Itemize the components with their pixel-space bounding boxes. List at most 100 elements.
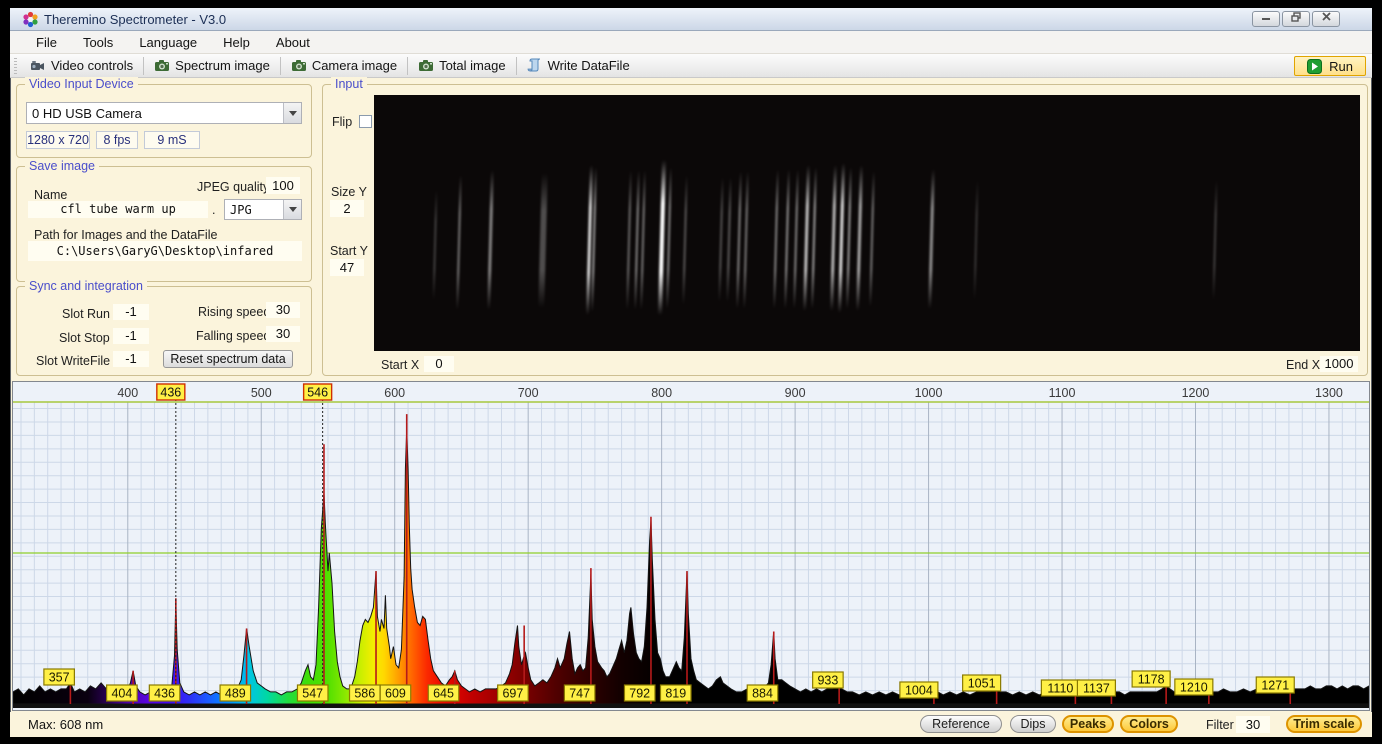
menu-language[interactable]: Language bbox=[126, 31, 210, 53]
falling-speed-label: Falling speed bbox=[196, 329, 270, 343]
toolbar-separator bbox=[407, 57, 408, 75]
spectral-line bbox=[682, 175, 687, 305]
slot-run-label: Slot Run bbox=[62, 307, 110, 321]
spectral-line bbox=[658, 160, 666, 315]
total-image-label: Total image bbox=[439, 58, 505, 73]
latency-readout: 9 mS bbox=[144, 131, 200, 149]
spectral-line bbox=[666, 167, 672, 309]
max-wavelength-readout: Max: 608 nm bbox=[28, 717, 103, 732]
spectrum-image-label: Spectrum image bbox=[175, 58, 270, 73]
slot-run-field[interactable]: -1 bbox=[113, 304, 149, 320]
peak-label-text: 884 bbox=[752, 687, 773, 701]
video-controls-icon bbox=[30, 58, 46, 74]
minimize-button[interactable] bbox=[1252, 11, 1280, 27]
axis-tick-label: 1000 bbox=[915, 386, 943, 400]
reset-spectrum-button[interactable]: Reset spectrum data bbox=[163, 350, 293, 368]
spectral-line bbox=[1212, 180, 1217, 300]
spectral-line bbox=[811, 167, 817, 309]
slot-stop-label: Slot Stop bbox=[59, 331, 110, 345]
spectrum-image-button[interactable]: Spectrum image bbox=[146, 55, 278, 77]
video-input-group-title: Video Input Device bbox=[25, 77, 138, 91]
filter-label: Filter bbox=[1206, 718, 1234, 732]
jpeg-quality-field[interactable]: 100 bbox=[266, 177, 300, 194]
run-button[interactable]: Run bbox=[1294, 56, 1366, 76]
rising-speed-field[interactable]: 30 bbox=[266, 302, 300, 318]
spectral-line bbox=[433, 190, 438, 300]
spectral-line bbox=[456, 175, 462, 310]
calibration-label-text[interactable]: 436 bbox=[160, 386, 181, 400]
start-y-field[interactable]: 47 bbox=[330, 259, 364, 276]
total-image-button[interactable]: Total image bbox=[410, 55, 513, 77]
spectral-line bbox=[838, 163, 845, 313]
spectral-line bbox=[773, 169, 779, 309]
camera-image-camera-icon bbox=[291, 58, 307, 74]
size-y-field[interactable]: 2 bbox=[330, 200, 364, 217]
peak-label-text: 547 bbox=[302, 687, 323, 701]
reference-button[interactable]: Reference bbox=[920, 715, 1002, 733]
dips-button[interactable]: Dips bbox=[1010, 715, 1056, 733]
peak-label-text: 819 bbox=[665, 687, 686, 701]
menu-help[interactable]: Help bbox=[210, 31, 263, 53]
spectral-line bbox=[626, 170, 632, 310]
flip-label: Flip bbox=[332, 115, 352, 129]
resolution-readout: 1280 x 720 bbox=[26, 131, 90, 149]
slot-stop-field[interactable]: -1 bbox=[113, 328, 149, 344]
format-value: JPG bbox=[225, 203, 283, 217]
spectral-line bbox=[634, 170, 640, 310]
toolbar-separator bbox=[280, 57, 281, 75]
close-button[interactable] bbox=[1312, 11, 1340, 27]
end-x-field[interactable]: 1000 bbox=[1320, 356, 1358, 372]
peak-label-text: 792 bbox=[629, 687, 650, 701]
calibration-label-text[interactable]: 546 bbox=[307, 386, 328, 400]
camera-image-button[interactable]: Camera image bbox=[283, 55, 405, 77]
maximize-button[interactable] bbox=[1282, 11, 1310, 27]
peak-label-text: 436 bbox=[154, 687, 175, 701]
spectral-line bbox=[487, 170, 494, 310]
video-device-dropdown-button[interactable] bbox=[283, 103, 301, 123]
chevron-down-icon bbox=[289, 111, 297, 116]
window-title: Theremino Spectrometer - V3.0 bbox=[44, 12, 226, 27]
spectral-line bbox=[973, 180, 978, 300]
axis-tick-label: 800 bbox=[651, 386, 672, 400]
axis-tick-label: 700 bbox=[518, 386, 539, 400]
spectral-line bbox=[784, 169, 790, 309]
menu-about[interactable]: About bbox=[263, 31, 323, 53]
name-extension-dot: . bbox=[212, 203, 215, 217]
toolbar-separator bbox=[516, 57, 517, 75]
spectrum-chart-panel: 4365464005006007008009001000110012001300… bbox=[12, 381, 1370, 711]
peak-label-text: 1210 bbox=[1180, 681, 1208, 695]
format-select[interactable]: JPG bbox=[224, 199, 302, 220]
spectral-line bbox=[640, 170, 646, 310]
write-datafile-button[interactable]: Write DataFile bbox=[519, 55, 638, 77]
toolbar-grip[interactable] bbox=[14, 58, 17, 74]
filter-field[interactable]: 30 bbox=[1236, 716, 1270, 733]
spectral-line bbox=[726, 177, 731, 302]
spectral-line bbox=[856, 165, 863, 311]
peak-label-text: 1137 bbox=[1083, 682, 1110, 696]
name-field[interactable]: cfl tube warm up bbox=[28, 201, 208, 218]
path-field[interactable]: C:\Users\GaryG\Desktop\infared bbox=[28, 241, 302, 261]
camera-image bbox=[374, 95, 1360, 351]
menu-bar: File Tools Language Help About bbox=[10, 31, 1372, 54]
flip-checkbox[interactable] bbox=[359, 115, 372, 128]
app-flower-icon bbox=[22, 11, 39, 28]
trim-scale-button[interactable]: Trim scale bbox=[1286, 715, 1362, 733]
peaks-button[interactable]: Peaks bbox=[1062, 715, 1114, 733]
spectral-line bbox=[736, 171, 742, 309]
colors-button[interactable]: Colors bbox=[1120, 715, 1178, 733]
peak-label-text: 357 bbox=[49, 671, 70, 685]
axis-tick-label: 400 bbox=[117, 386, 138, 400]
video-controls-button[interactable]: Video controls bbox=[22, 55, 141, 77]
start-x-field[interactable]: 0 bbox=[424, 356, 454, 372]
format-dropdown-button[interactable] bbox=[283, 200, 301, 219]
falling-speed-field[interactable]: 30 bbox=[266, 326, 300, 342]
video-device-select[interactable]: 0 HD USB Camera bbox=[26, 102, 302, 124]
axis-tick-label: 1100 bbox=[1049, 386, 1076, 400]
menu-tools[interactable]: Tools bbox=[70, 31, 126, 53]
fps-readout: 8 fps bbox=[96, 131, 138, 149]
run-play-icon bbox=[1307, 59, 1322, 74]
save-image-group-title: Save image bbox=[25, 159, 99, 173]
start-y-label: Start Y bbox=[330, 244, 368, 258]
menu-file[interactable]: File bbox=[23, 31, 70, 53]
slot-writefile-field[interactable]: -1 bbox=[113, 351, 149, 367]
